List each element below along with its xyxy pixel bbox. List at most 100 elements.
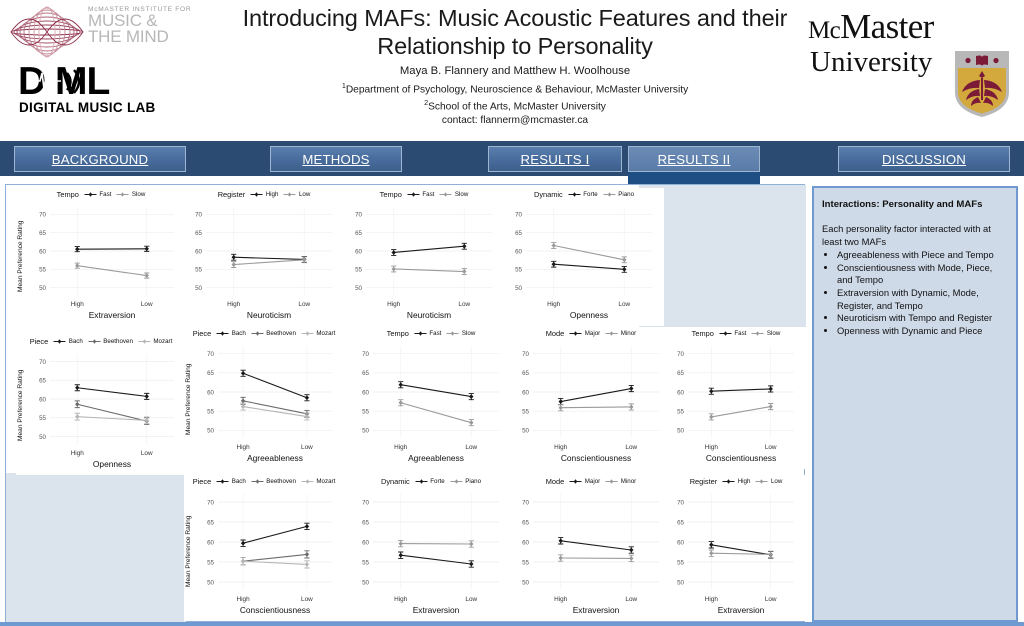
interactions-sidebar: Interactions: Personality and MAFs Each … xyxy=(812,186,1018,622)
x-axis-label: Openness xyxy=(570,310,608,320)
chart-data-point xyxy=(75,401,80,407)
chart-data-point xyxy=(240,404,246,409)
chart-data-point xyxy=(622,257,627,263)
chart-legend-item: Major xyxy=(569,330,600,337)
legend-marker-icon xyxy=(251,330,264,336)
chart-data-point xyxy=(144,393,149,399)
y-axis-tick-label: 55 xyxy=(207,559,214,566)
legend-marker-icon xyxy=(569,478,582,484)
chart-legend-item: Major xyxy=(569,478,600,485)
y-axis-tick-label: 55 xyxy=(207,408,214,415)
sidebar-bullet-item: Conscientiousness with Mode, Piece, and … xyxy=(837,262,1008,287)
y-axis-tick-label: 55 xyxy=(677,559,684,566)
nav-tab-label: BACKGROUND xyxy=(51,151,149,167)
sidebar-bullet-item: Neuroticism with Tempo and Register xyxy=(837,312,1008,325)
legend-item-label: Fast xyxy=(429,329,442,337)
chart-data-point xyxy=(144,417,149,423)
chart-legend-title: Tempo xyxy=(691,328,714,338)
chart-series-line xyxy=(242,372,308,399)
chart-data-point xyxy=(302,257,307,263)
nav-tab-discussion[interactable]: DISCUSSION xyxy=(838,146,1010,172)
legend-marker-icon xyxy=(53,338,66,344)
sidebar-content: Interactions: Personality and MAFs Each … xyxy=(822,198,1008,337)
chart-legend-item: Low xyxy=(755,478,782,485)
nav-tab-results-i[interactable]: RESULTS I xyxy=(488,146,622,172)
affiliation-2-text: School of the Arts, McMaster University xyxy=(428,101,606,113)
chart-legend-item: Slow xyxy=(751,330,780,337)
y-axis-label: Mean Preference Rating xyxy=(17,369,24,441)
x-axis-tick-label: High xyxy=(554,444,568,451)
sidebar-bullet-item: Extraversion with Dynamic, Mode, Registe… xyxy=(837,287,1008,312)
chart-data-point xyxy=(709,388,714,394)
mcmaster-wordmark-line2: University xyxy=(810,46,933,78)
sidebar-bullet-item: Agreeableness with Piece and Tempo xyxy=(837,249,1008,262)
x-axis-tick-label: High xyxy=(71,301,85,308)
mcmaster-master: Master xyxy=(840,7,934,46)
legend-marker-icon xyxy=(283,191,296,197)
chart-legend-title: Piece xyxy=(29,336,49,346)
interaction-plot-dynamic-openness: Dynamic Forte Piano 50 55 60 65 70 High Low Openne… xyxy=(504,188,664,326)
legend-marker-icon xyxy=(88,338,101,344)
chart-data-point xyxy=(551,243,556,248)
chart-series-line xyxy=(711,406,771,418)
x-axis-tick-label: High xyxy=(237,444,251,451)
y-axis-tick-label: 70 xyxy=(355,212,362,219)
chart-series-line xyxy=(77,265,147,277)
y-axis-tick-label: 55 xyxy=(522,559,529,566)
chart-legend-title: Piece xyxy=(192,328,212,338)
nav-tab-background[interactable]: BACKGROUND xyxy=(14,146,186,172)
legend-marker-icon xyxy=(116,191,129,197)
interaction-plot-mode-extraversion: Mode Major Minor 50 55 60 65 70 High Low Extravers… xyxy=(511,475,671,621)
legend-marker-icon xyxy=(251,478,264,484)
x-axis-tick-label: Low xyxy=(458,301,470,308)
chart-legend-item: Mozart xyxy=(301,478,335,485)
legend-item-label: Slow xyxy=(461,329,476,337)
x-axis-tick-label: Low xyxy=(301,444,313,451)
chart-legend-item: Beethoven xyxy=(88,338,133,345)
x-axis-tick-label: High xyxy=(705,444,719,451)
x-axis-tick-label: High xyxy=(394,596,408,603)
interaction-plot-tempo-conscientiousness: Tempo Fast Slow 50 55 60 65 70 High Low Conscienti… xyxy=(666,327,806,469)
legend-item-label: Low xyxy=(770,477,783,485)
chart-legend-item: High xyxy=(250,191,278,198)
chart-plot-area: 50 55 60 65 70 High Low Openness xyxy=(515,207,652,320)
nav-tab-results-ii[interactable]: RESULTS II xyxy=(628,146,760,172)
chart-data-point xyxy=(629,386,634,391)
x-axis-tick-label: High xyxy=(394,444,408,451)
legend-item-label: Forte xyxy=(430,477,445,485)
chart-plot-area: 50 55 60 65 70 High Low Extraversion xyxy=(522,494,659,615)
legend-item-label: Minor xyxy=(620,329,637,337)
chart-plot-area: 50 55 60 65 70 High Low Extraversion xyxy=(39,207,174,320)
chart-data-point xyxy=(709,550,714,556)
y-axis-tick-label: 65 xyxy=(355,230,362,237)
legend-item-label: Major xyxy=(584,329,601,337)
nav-tab-methods[interactable]: METHODS xyxy=(270,146,402,172)
page-title: Introducing MAFs: Music Acoustic Feature… xyxy=(242,5,788,59)
x-axis-tick-label: Low xyxy=(618,301,630,308)
chart-data-point xyxy=(304,524,310,529)
y-axis-tick-label: 65 xyxy=(207,519,214,526)
chart-legend-item: Mozart xyxy=(138,338,172,345)
chart-plot-area: 50 55 60 65 70 High Low Openness xyxy=(39,354,174,469)
chart-data-point xyxy=(240,370,246,376)
y-axis-tick-label: 65 xyxy=(362,519,369,526)
legend-item-label: Bach xyxy=(231,477,246,485)
mcmaster-logo: McMaster University xyxy=(804,6,1018,118)
chart-legend-item: Slow xyxy=(446,330,475,337)
chart-legend-title: Mode xyxy=(545,476,565,486)
chart-plot-area: 50 55 60 65 70 High Low Agreeableness xyxy=(207,346,332,463)
chart-legend-item: Fast xyxy=(719,330,746,337)
chart-data-point xyxy=(622,266,627,272)
chart-data-point xyxy=(629,404,634,410)
mimm-logo-text: McMASTER INSTITUTE FOR MUSIC & THE MIND xyxy=(88,6,200,45)
y-axis-tick-label: 60 xyxy=(677,389,684,396)
x-axis-label: Conscientiousness xyxy=(561,453,631,463)
x-axis-tick-label: Low xyxy=(141,450,153,457)
chart-plot-area: 50 55 60 65 70 High Low Extraversion xyxy=(362,494,499,615)
y-axis-tick-label: 55 xyxy=(362,408,369,415)
y-axis-tick-label: 55 xyxy=(362,559,369,566)
y-axis-tick-label: 55 xyxy=(355,267,362,274)
legend-marker-icon xyxy=(216,330,229,336)
dml-logo: D ML DIGITAL MUSIC LAB xyxy=(18,62,192,116)
y-axis-tick-label: 60 xyxy=(39,248,46,255)
